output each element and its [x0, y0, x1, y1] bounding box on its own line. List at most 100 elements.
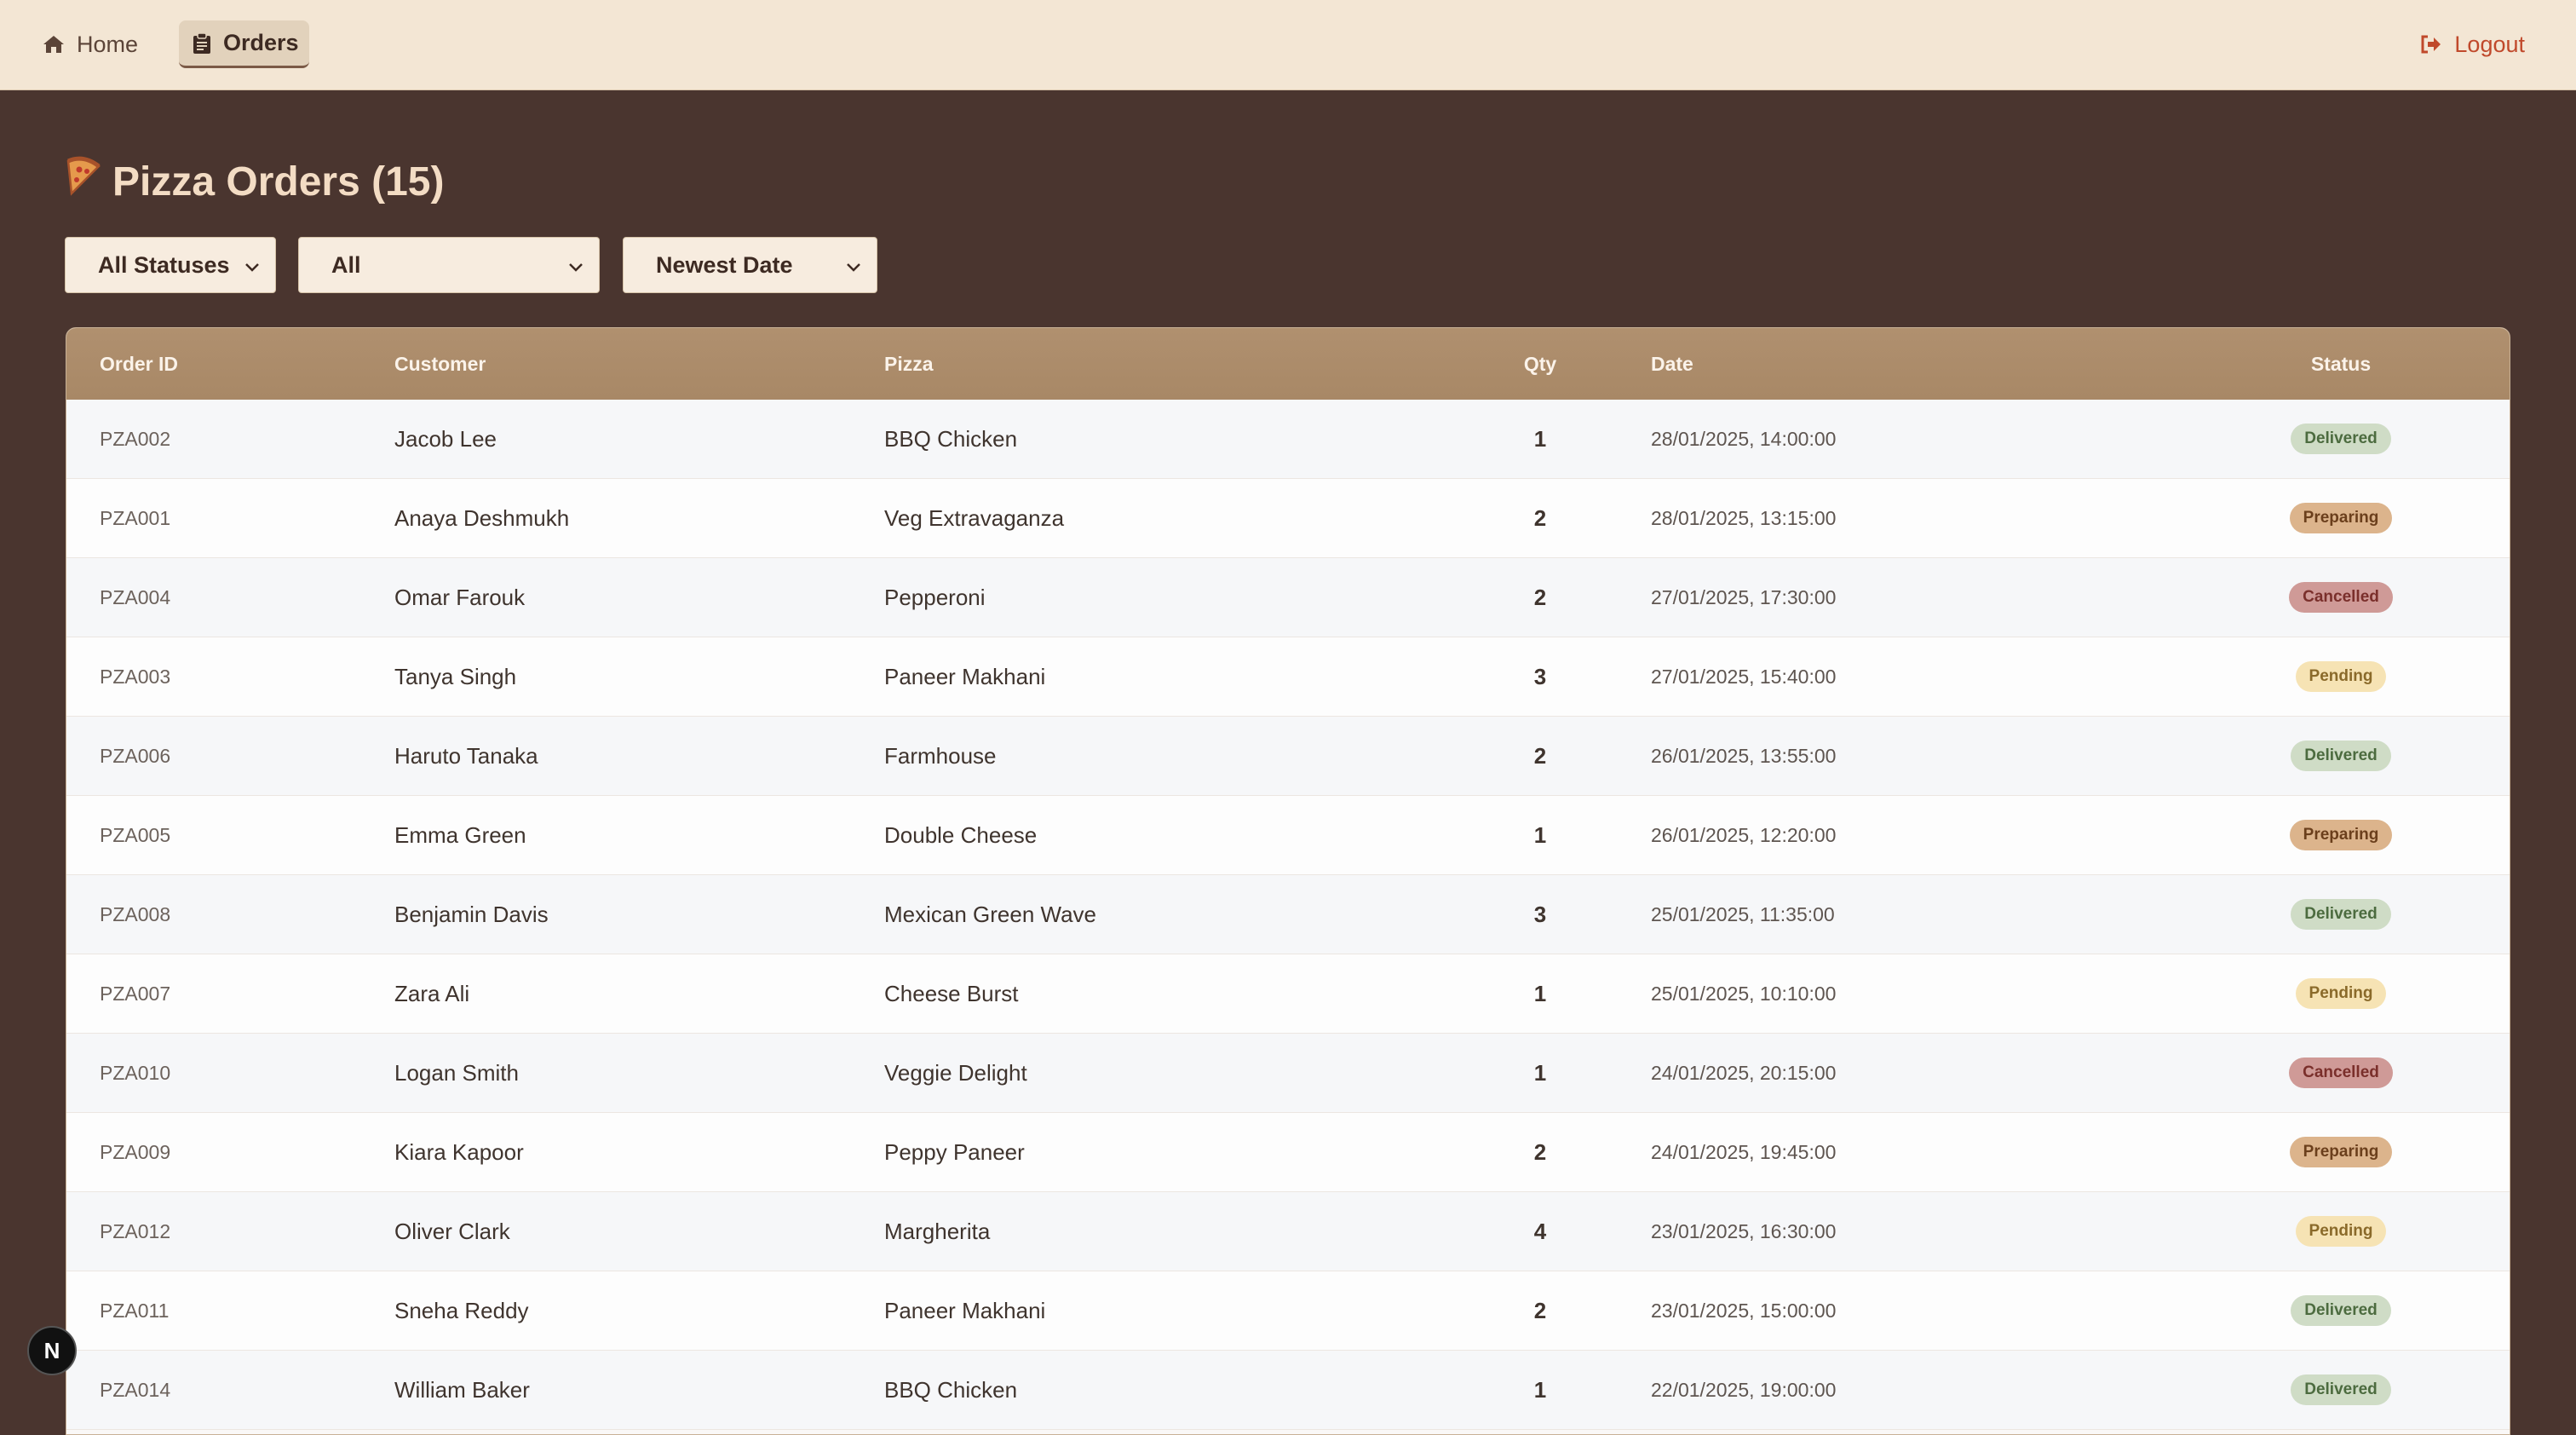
status-cell: Cancelled [2247, 1034, 2435, 1112]
header-date[interactable]: Date [1651, 328, 1693, 400]
status-badge: Delivered [2291, 1374, 2391, 1405]
customer-cell: Zara Ali [394, 980, 470, 1006]
date-cell: 28/01/2025, 14:00:00 [1651, 427, 1837, 450]
status-cell: Pending [2247, 1192, 2435, 1271]
nav-home-link[interactable]: Home [31, 20, 150, 68]
type-filter-select[interactable]: All [298, 237, 600, 293]
logout-button[interactable]: Logout [2408, 20, 2537, 68]
table-row[interactable]: PZA012 Oliver Clark Margherita 4 23/01/2025,… [66, 1192, 2510, 1271]
qty-cell: 2 [1533, 584, 1547, 610]
qty-cell: 1 [1533, 821, 1547, 848]
table-row[interactable]: PZA002 Jacob Lee BBQ Chicken 1 28/01/2025, 1… [66, 400, 2510, 479]
qty-cell: 2 [1533, 742, 1547, 769]
customer-cell: Kiara Kapoor [394, 1138, 524, 1165]
table-row[interactable]: PZA003 Tanya Singh Paneer Makhani 3 27/01/20… [66, 637, 2510, 717]
date-cell: 28/01/2025, 13:15:00 [1651, 506, 1837, 529]
pizza-cell: Veg Extravaganza [884, 504, 1065, 531]
customer-cell: Haruto Tanaka [394, 742, 538, 769]
date-cell: 24/01/2025, 19:45:00 [1651, 1140, 1837, 1163]
pizza-icon [65, 156, 101, 207]
table-row[interactable]: PZA010 Logan Smith Veggie Delight 1 24/01/20… [66, 1034, 2510, 1113]
order-id-cell: PZA006 [100, 744, 171, 767]
dev-tools-badge[interactable]: N [27, 1326, 77, 1375]
chevron-down-icon [568, 252, 584, 279]
pizza-cell: Mexican Green Wave [884, 901, 1097, 927]
nav-home-label: Home [77, 31, 139, 57]
page-title: Pizza Orders (15) [65, 152, 444, 211]
status-filter-select[interactable]: All Statuses [65, 237, 276, 293]
nav-orders-link[interactable]: Orders [179, 20, 309, 68]
status-filter-value: All Statuses [98, 251, 230, 278]
date-cell: 27/01/2025, 17:30:00 [1651, 585, 1837, 608]
status-badge: Pending [2295, 661, 2387, 692]
status-badge: Preparing [2289, 820, 2393, 850]
table-row[interactable]: PZA008 Benjamin Davis Mexican Green Wave 3 2… [66, 875, 2510, 954]
sort-value: Newest Date [656, 251, 793, 278]
status-cell: Cancelled [2247, 558, 2435, 637]
sort-select[interactable]: Newest Date [623, 237, 877, 293]
header-order-id[interactable]: Order ID [100, 328, 178, 400]
date-cell: 27/01/2025, 15:40:00 [1651, 665, 1837, 688]
qty-cell: 1 [1533, 1059, 1547, 1086]
page-title-text: Pizza Orders (15) [112, 158, 445, 205]
pizza-cell: Peppy Paneer [884, 1138, 1025, 1165]
table-row[interactable]: PZA001 Anaya Deshmukh Veg Extravaganza 2 28/… [66, 479, 2510, 558]
header-pizza[interactable]: Pizza [884, 328, 934, 400]
qty-cell: 2 [1533, 1138, 1547, 1165]
status-badge: Delivered [2291, 899, 2391, 930]
status-cell: Preparing [2247, 479, 2435, 557]
status-badge: Delivered [2291, 424, 2391, 454]
date-cell: 24/01/2025, 20:15:00 [1651, 1061, 1837, 1084]
date-cell: 26/01/2025, 12:20:00 [1651, 823, 1837, 846]
status-badge: Pending [2295, 1216, 2387, 1247]
qty-cell: 2 [1533, 1297, 1547, 1323]
qty-cell: 3 [1533, 663, 1547, 689]
pizza-cell: Double Cheese [884, 821, 1038, 848]
qty-cell: 1 [1533, 1376, 1547, 1403]
status-badge: Pending [2295, 978, 2387, 1009]
pizza-cell: Farmhouse [884, 742, 997, 769]
date-cell: 26/01/2025, 13:55:00 [1651, 744, 1837, 767]
customer-cell: Logan Smith [394, 1059, 519, 1086]
pizza-cell: Pepperoni [884, 584, 986, 610]
table-header: Order ID Customer Pizza Qty Date Status [66, 328, 2510, 400]
logout-icon [2420, 34, 2442, 55]
status-badge: Preparing [2289, 1137, 2393, 1167]
date-cell: 25/01/2025, 10:10:00 [1651, 982, 1837, 1005]
header-customer[interactable]: Customer [394, 328, 486, 400]
status-cell: Delivered [2247, 717, 2435, 795]
table-row[interactable]: PZA009 Kiara Kapoor Peppy Paneer 2 24/01/202… [66, 1113, 2510, 1192]
table-row[interactable]: PZA011 Sneha Reddy Paneer Makhani 2 23/01/20… [66, 1271, 2510, 1351]
order-id-cell: PZA008 [100, 902, 171, 925]
pizza-cell: Cheese Burst [884, 980, 1019, 1006]
customer-cell: Jacob Lee [394, 425, 497, 452]
pizza-cell: BBQ Chicken [884, 1376, 1018, 1403]
table-row[interactable]: PZA005 Emma Green Double Cheese 1 26/01/2025… [66, 796, 2510, 875]
date-cell: 22/01/2025, 19:00:00 [1651, 1378, 1837, 1401]
status-cell: Delivered [2247, 1351, 2435, 1429]
order-id-cell: PZA011 [100, 1299, 170, 1322]
logout-label: Logout [2454, 31, 2525, 57]
status-cell: Delivered [2247, 875, 2435, 954]
customer-cell: Emma Green [394, 821, 526, 848]
status-cell: Preparing [2247, 796, 2435, 874]
table-row[interactable]: PZA014 William Baker BBQ Chicken 1 22/01/202… [66, 1351, 2510, 1430]
order-id-cell: PZA014 [100, 1378, 171, 1401]
table-row[interactable]: PZA006 Haruto Tanaka Farmhouse 2 26/01/2025,… [66, 717, 2510, 796]
qty-cell: 2 [1533, 504, 1547, 531]
order-id-cell: PZA001 [100, 506, 171, 529]
date-cell: 23/01/2025, 15:00:00 [1651, 1299, 1837, 1322]
customer-cell: William Baker [394, 1376, 530, 1403]
chevron-down-icon [846, 252, 861, 279]
top-navigation: Home Orders Logout [0, 0, 2576, 90]
order-id-cell: PZA012 [100, 1219, 171, 1242]
header-qty[interactable]: Qty [1515, 328, 1566, 400]
table-row[interactable]: PZA007 Zara Ali Cheese Burst 1 25/01/2025, 1… [66, 954, 2510, 1034]
table-row[interactable]: PZA004 Omar Farouk Pepperoni 2 27/01/2025, 1… [66, 558, 2510, 637]
order-id-cell: PZA002 [100, 427, 171, 450]
header-status[interactable]: Status [2247, 328, 2435, 400]
status-badge: Cancelled [2289, 582, 2393, 613]
order-id-cell: PZA005 [100, 823, 171, 846]
pizza-cell: Margherita [884, 1218, 991, 1244]
nav-orders-label: Orders [223, 30, 299, 55]
